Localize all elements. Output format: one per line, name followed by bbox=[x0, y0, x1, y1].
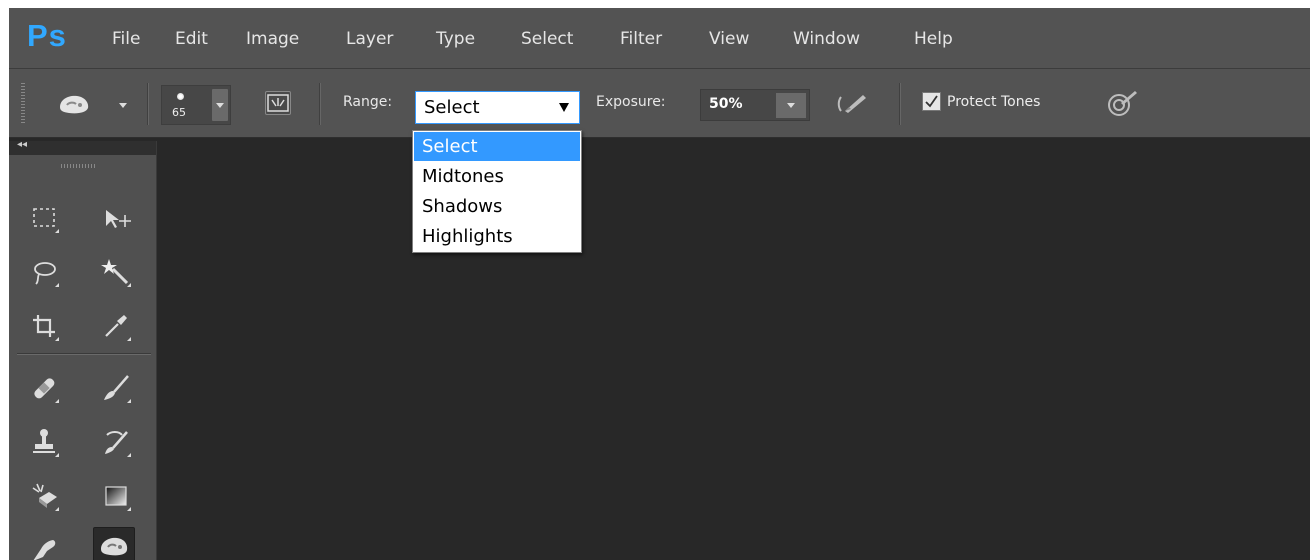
rectangular-marquee-icon bbox=[33, 208, 55, 227]
chevron-down-icon bbox=[787, 103, 795, 108]
sponge-tool[interactable] bbox=[93, 527, 135, 560]
crop-tool-icon bbox=[33, 315, 55, 337]
clone-stamp-icon bbox=[33, 429, 55, 453]
divider bbox=[319, 83, 320, 125]
range-label: Range: bbox=[343, 94, 393, 110]
tool-group-indicator bbox=[127, 453, 131, 457]
exposure-dropdown-button[interactable] bbox=[776, 93, 806, 118]
menu-filter[interactable]: Filter bbox=[620, 29, 662, 49]
brush-size-value: 65 bbox=[172, 106, 186, 119]
tool-group-indicator bbox=[127, 399, 131, 403]
protect-tones-checkbox[interactable] bbox=[922, 92, 941, 111]
tool-group-indicator bbox=[127, 283, 131, 287]
tool-group-indicator bbox=[127, 337, 131, 341]
history-brush-tool[interactable] bbox=[95, 421, 137, 463]
menu-view[interactable]: View bbox=[709, 29, 749, 49]
healing-brush-tool[interactable] bbox=[23, 367, 65, 409]
range-option-highlights[interactable]: Highlights bbox=[414, 222, 580, 251]
move-tool-icon bbox=[106, 210, 131, 228]
smudge-tool[interactable] bbox=[23, 529, 65, 560]
eyedropper-tool[interactable] bbox=[95, 305, 137, 347]
exposure-field[interactable]: 50% bbox=[700, 89, 810, 121]
rectangular-marquee-tool[interactable] bbox=[23, 197, 65, 239]
photoshop-window: Ps File Edit Image Layer Type Select Fil… bbox=[9, 8, 1310, 560]
range-option-midtones[interactable]: Midtones bbox=[414, 162, 580, 191]
brush-panel-toggle-button[interactable] bbox=[265, 91, 291, 115]
range-option-select[interactable]: Select bbox=[414, 132, 580, 161]
options-bar: 65 Range: Select Exposure: 50% Protect T… bbox=[9, 68, 1310, 138]
brush-panel-icon bbox=[267, 94, 289, 112]
tools-panel: ◂◂ bbox=[9, 139, 157, 560]
crop-tool[interactable] bbox=[23, 305, 65, 347]
menu-window[interactable]: Window bbox=[793, 29, 860, 49]
airbrush-button[interactable] bbox=[835, 91, 871, 117]
magic-wand-tool[interactable] bbox=[95, 251, 137, 293]
pressure-icon bbox=[1108, 91, 1137, 116]
menu-select[interactable]: Select bbox=[521, 29, 573, 49]
pressure-size-button[interactable] bbox=[1105, 89, 1139, 119]
caret-down-icon bbox=[559, 103, 569, 112]
move-tool[interactable] bbox=[95, 197, 137, 239]
collapse-icon[interactable]: ◂◂ bbox=[17, 139, 27, 150]
menu-file[interactable]: File bbox=[112, 29, 140, 49]
divider bbox=[899, 83, 900, 125]
brush-tip-icon bbox=[177, 93, 184, 100]
exposure-label: Exposure: bbox=[596, 94, 666, 110]
tool-group-indicator bbox=[55, 337, 59, 341]
gradient-tool[interactable] bbox=[95, 475, 137, 517]
menu-type[interactable]: Type bbox=[436, 29, 475, 49]
tools-panel-grip[interactable] bbox=[61, 164, 97, 168]
eraser-tool[interactable] bbox=[23, 475, 65, 517]
chevron-down-icon bbox=[216, 103, 224, 108]
tools-panel-header[interactable]: ◂◂ bbox=[9, 139, 156, 155]
menu-bar: Ps File Edit Image Layer Type Select Fil… bbox=[9, 8, 1310, 68]
options-bar-grip[interactable] bbox=[21, 83, 25, 123]
brush-tool[interactable] bbox=[95, 367, 137, 409]
tool-group-indicator bbox=[55, 399, 59, 403]
menu-layer[interactable]: Layer bbox=[346, 29, 393, 49]
sponge-tool-icon bbox=[57, 93, 91, 121]
range-option-shadows[interactable]: Shadows bbox=[414, 192, 580, 221]
exposure-value: 50% bbox=[709, 96, 743, 112]
smudge-tool-icon bbox=[33, 540, 56, 560]
tool-group-indicator bbox=[55, 453, 59, 457]
eyedropper-icon bbox=[105, 315, 127, 337]
preset-dropdown-arrow bbox=[119, 103, 127, 108]
tool-group-indicator bbox=[55, 229, 59, 233]
tool-group-indicator bbox=[55, 283, 59, 287]
menu-image[interactable]: Image bbox=[246, 29, 299, 49]
eraser-tool-icon bbox=[32, 483, 57, 508]
brush-dropdown-button[interactable] bbox=[212, 89, 228, 121]
clone-stamp-tool[interactable] bbox=[23, 421, 65, 463]
range-select-value: Select bbox=[424, 97, 480, 118]
range-select[interactable]: Select bbox=[415, 91, 580, 124]
divider bbox=[147, 83, 148, 125]
checkmark-icon bbox=[925, 95, 938, 108]
tools-divider bbox=[17, 353, 151, 354]
tool-group-indicator bbox=[127, 507, 131, 511]
tool-group-indicator bbox=[55, 507, 59, 511]
brush-preset-picker[interactable]: 65 bbox=[161, 85, 231, 125]
lasso-tool[interactable] bbox=[23, 251, 65, 293]
airbrush-icon bbox=[837, 95, 866, 113]
protect-tones-label: Protect Tones bbox=[947, 94, 1041, 110]
tool-preset-picker[interactable] bbox=[53, 89, 133, 121]
menu-edit[interactable]: Edit bbox=[175, 29, 208, 49]
range-dropdown-list: Select Midtones Shadows Highlights bbox=[412, 130, 582, 253]
lasso-tool-icon bbox=[34, 262, 56, 285]
app-logo: Ps bbox=[27, 18, 67, 53]
menu-help[interactable]: Help bbox=[914, 29, 953, 49]
gradient-tool-icon bbox=[105, 486, 127, 506]
dodge-tool-icon bbox=[101, 537, 128, 556]
